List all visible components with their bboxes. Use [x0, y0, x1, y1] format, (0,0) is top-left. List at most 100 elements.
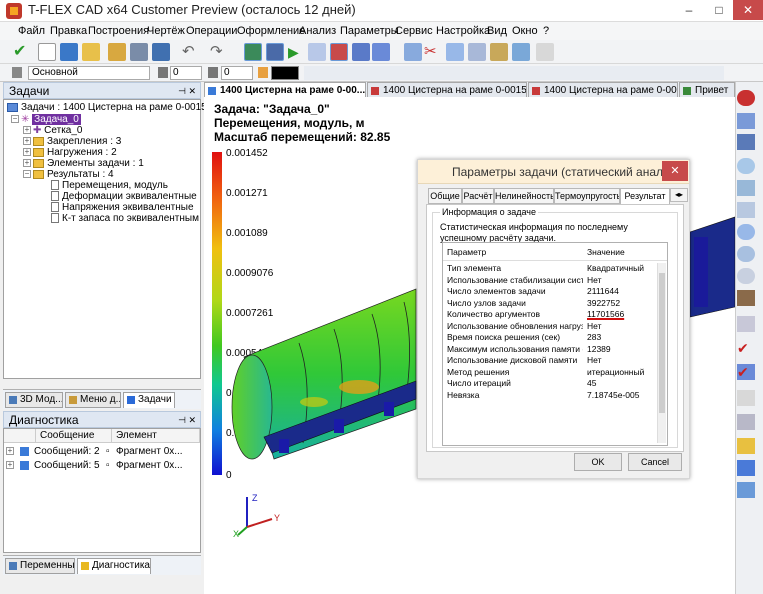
expand-icon[interactable]: +: [23, 137, 31, 146]
color-picker-icon[interactable]: [258, 67, 268, 78]
check-blue-icon[interactable]: ✔: [737, 364, 755, 380]
filter-view-icon[interactable]: [737, 460, 755, 476]
menu-view[interactable]: Вид: [487, 25, 507, 37]
table-row[interactable]: Использование стабилизации сист... Нет: [443, 275, 663, 287]
menu-edit[interactable]: Правка: [50, 25, 87, 37]
table-row[interactable]: Количество аргументов 11701566: [443, 309, 663, 321]
pointer-icon[interactable]: [737, 113, 755, 129]
fit-icon[interactable]: [737, 202, 755, 218]
tab-thermoelasticity[interactable]: Термоупругость: [554, 188, 620, 204]
snap-buttons[interactable]: [304, 66, 724, 80]
menu-window[interactable]: Окно: [512, 25, 538, 37]
result-item[interactable]: Деформации эквивалентные: [51, 191, 197, 202]
table-row[interactable]: Число узлов задачи 3922752: [443, 298, 663, 310]
table-row[interactable]: Число итераций 45: [443, 378, 663, 390]
cancel-button[interactable]: Cancel: [628, 453, 682, 471]
tab-diagnostics[interactable]: Диагностика: [77, 558, 151, 574]
render-icon[interactable]: [512, 43, 530, 61]
menu-help[interactable]: ?: [543, 25, 549, 37]
result-item[interactable]: Напряжения эквивалентные: [51, 202, 194, 213]
lock-icon[interactable]: [737, 134, 755, 150]
tab-3d-model[interactable]: 3D Мод...: [5, 392, 63, 408]
close-window-button[interactable]: ✕: [733, 0, 763, 20]
cut-icon[interactable]: ✂: [424, 43, 442, 61]
zoom-out-icon[interactable]: [737, 246, 755, 262]
tree-item-loads[interactable]: + Нагружения : 2: [23, 147, 117, 158]
magnet-icon[interactable]: [737, 90, 755, 106]
confirm-icon[interactable]: ✔: [13, 43, 31, 61]
menu-parameters[interactable]: Параметры: [340, 25, 399, 37]
col-value[interactable]: Значение: [587, 247, 625, 257]
menu-operations[interactable]: Операции: [186, 25, 237, 37]
priority-field[interactable]: 0: [221, 66, 253, 80]
doc-tab-1[interactable]: 1400 Цистерна на раме 0-00...: [204, 82, 366, 97]
tab-menu[interactable]: Меню д...: [65, 392, 121, 408]
redo-icon[interactable]: ↷: [210, 43, 228, 61]
pan-icon[interactable]: [737, 268, 755, 284]
tab-nonlinearity[interactable]: Нелинейность: [494, 188, 554, 204]
expand-icon[interactable]: +: [23, 148, 31, 157]
tab-scroll-arrows[interactable]: ◂▸: [670, 188, 688, 202]
box-icon[interactable]: [372, 43, 390, 61]
check-red-icon[interactable]: ✔: [737, 340, 755, 356]
tab-variables[interactable]: Переменные: [5, 558, 75, 574]
open-folder-icon[interactable]: [108, 43, 126, 61]
color-swatch[interactable]: [271, 66, 299, 80]
plane-icon[interactable]: [737, 390, 755, 406]
layers-icon[interactable]: [737, 316, 755, 332]
tree-item-mesh[interactable]: + ✚ Сетка_0: [23, 125, 82, 136]
snap-icon[interactable]: [352, 43, 370, 61]
table-row[interactable]: Время поиска решения (сек) 283: [443, 332, 663, 344]
menu-construct[interactable]: Построения: [88, 25, 149, 37]
tree-item-elements[interactable]: + Элементы задачи : 1: [23, 158, 144, 169]
menu-service[interactable]: Сервис: [395, 25, 433, 37]
expand-icon[interactable]: +: [23, 126, 31, 135]
tree-item-results[interactable]: − Результаты : 4: [23, 169, 114, 180]
menu-design[interactable]: Оформление: [237, 25, 305, 37]
expand-icon[interactable]: +: [6, 461, 14, 470]
panel-pin-icon[interactable]: ⊣ ✕: [178, 412, 196, 428]
menu-analysis[interactable]: Анализ: [299, 25, 336, 37]
zoom-in-icon[interactable]: [737, 224, 755, 240]
library-icon[interactable]: [130, 43, 148, 61]
open-file-icon[interactable]: [82, 43, 100, 61]
view-orient-icon[interactable]: [404, 43, 422, 61]
table-row[interactable]: Тип элемента Квадратичный: [443, 263, 663, 275]
expand-icon[interactable]: +: [6, 447, 14, 456]
cube-yellow-icon[interactable]: [737, 438, 755, 454]
filter-icon[interactable]: [330, 43, 348, 61]
diag-col-element[interactable]: Элемент: [112, 429, 200, 443]
assembly-view-icon[interactable]: [266, 43, 284, 61]
table-row[interactable]: Использование дисковой памяти Нет: [443, 355, 663, 367]
table-row[interactable]: Использование обновления нагрузок Нет: [443, 321, 663, 333]
tab-general[interactable]: Общие: [428, 188, 462, 204]
tree-root[interactable]: Задачи : 1400 Цистерна на раме 0-0015 (2: [7, 102, 218, 113]
ok-button[interactable]: OK: [574, 453, 622, 471]
collapse-icon[interactable]: −: [11, 115, 19, 124]
doc-tab-2[interactable]: 1400 Цистерна на раме 0-0015...: [367, 82, 527, 97]
menu-settings[interactable]: Настройка: [436, 25, 490, 37]
undo-icon[interactable]: ↶: [182, 43, 200, 61]
run-icon[interactable]: ▶: [288, 43, 306, 61]
minimize-button[interactable]: –: [674, 0, 704, 20]
new-3d-icon[interactable]: [60, 43, 78, 61]
dialog-close-button[interactable]: ✕: [662, 161, 688, 181]
zoom-icon[interactable]: [737, 158, 755, 174]
cube-blue-icon[interactable]: [737, 482, 755, 498]
doc-tab-3[interactable]: 1400 Цистерна на раме 0-0015...: [528, 82, 678, 97]
col-parameter[interactable]: Параметр: [447, 247, 486, 257]
menu-file[interactable]: Файл: [18, 25, 45, 37]
zoom-window-icon[interactable]: [737, 180, 755, 196]
table-row[interactable]: Число элементов задачи 2111644: [443, 286, 663, 298]
tab-results[interactable]: Результат: [620, 188, 670, 204]
extra-icon[interactable]: [536, 43, 554, 61]
section-view-icon[interactable]: [737, 414, 755, 430]
properties-icon[interactable]: [490, 43, 508, 61]
layer-select[interactable]: Основной: [28, 66, 150, 80]
level-field[interactable]: 0: [170, 66, 202, 80]
menu-drawing[interactable]: Чертёж: [147, 25, 185, 37]
table-row[interactable]: Максимум использования памяти (МБ)12389: [443, 344, 663, 356]
maximize-button[interactable]: □: [704, 0, 734, 20]
table-row[interactable]: Невязка 7.18745e-005: [443, 390, 663, 402]
doc-tab-4[interactable]: Привет: [679, 82, 735, 97]
